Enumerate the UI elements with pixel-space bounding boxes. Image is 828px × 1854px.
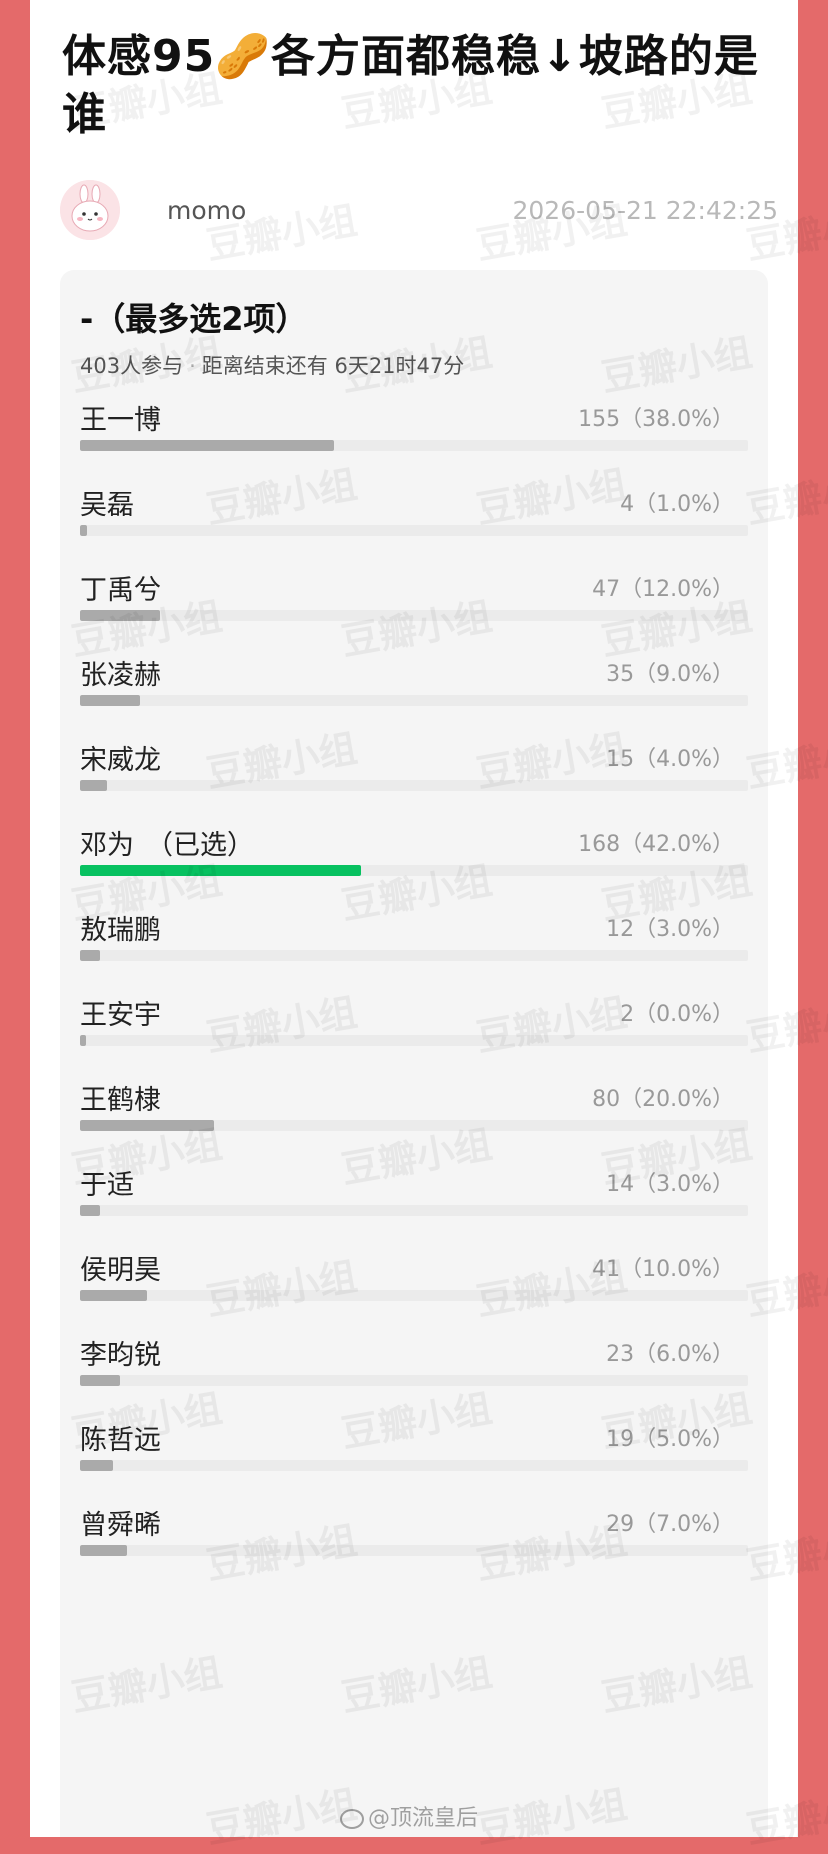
poll-option-votes: 29（7.0%） — [606, 1512, 734, 1537]
post-card: 体感95🥜各方面都稳稳↓坡路的是谁 momo 2026-05-21 22:42:… — [30, 0, 798, 1837]
poll-option-bar-fill — [80, 780, 107, 791]
poll-option-bar-track — [80, 610, 748, 621]
poll-option-name: 吴磊 — [80, 483, 134, 522]
poll-option-name: 于适 — [80, 1163, 134, 1202]
author-name[interactable]: momo — [167, 196, 246, 225]
poll-option-name: 邓为 （已选） — [80, 823, 254, 862]
bunny-avatar-icon — [60, 180, 120, 240]
poll-option-votes: 41（10.0%） — [592, 1257, 734, 1282]
poll-option-bar-track — [80, 950, 748, 961]
poll-option-name: 王安宇 — [80, 993, 161, 1032]
poll-option-votes: 4（1.0%） — [620, 492, 734, 517]
avatar[interactable] — [60, 180, 120, 240]
poll-option-bar-fill — [80, 1375, 121, 1386]
poll-option-label: 丁禹兮 — [80, 575, 161, 606]
selected-tag: （已选） — [146, 830, 254, 861]
poll-option-name: 王一博 — [80, 398, 161, 437]
poll-option-label: 张凌赫 — [80, 660, 161, 691]
poll-option-bar-fill — [80, 440, 334, 451]
poll-option-votes: 23（6.0%） — [606, 1342, 734, 1367]
poll-option-name: 丁禹兮 — [80, 568, 161, 607]
poll-option-label: 王一博 — [80, 405, 161, 436]
poll-option-votes: 2（0.0%） — [620, 1002, 734, 1027]
weibo-credit: @顶流皇后 — [340, 1800, 478, 1832]
poll-option-votes: 12（3.0%） — [606, 917, 734, 942]
poll-option-bar-track — [80, 1205, 748, 1216]
poll-option-name: 张凌赫 — [80, 653, 161, 692]
poll-option-label: 王安宇 — [80, 1000, 161, 1031]
poll-option-bar-fill — [80, 865, 361, 876]
poll-option-votes: 155（38.0%） — [578, 407, 734, 432]
poll-option-bar-track — [80, 440, 748, 451]
poll-option-name: 侯明昊 — [80, 1248, 161, 1287]
poll-option-bar-fill — [80, 1545, 127, 1556]
poll-option-label: 侯明昊 — [80, 1255, 161, 1286]
poll-option-label: 曾舜晞 — [80, 1510, 161, 1541]
poll-option[interactable]: 曾舜晞 29（7.0%） — [80, 1503, 748, 1603]
poll-option-name: 敖瑞鹏 — [80, 908, 161, 947]
poll-option-bar-fill — [80, 610, 161, 621]
poll-option-label: 于适 — [80, 1170, 134, 1201]
weibo-icon — [340, 1809, 364, 1829]
poll-option-bar-track — [80, 1035, 748, 1046]
poll-option-name: 宋威龙 — [80, 738, 161, 777]
post-timestamp: 2026-05-21 22:42:25 — [512, 196, 778, 225]
poll-option-bar-fill — [80, 1120, 214, 1131]
post-title: 体感95🥜各方面都稳稳↓坡路的是谁 — [62, 31, 759, 140]
poll-option-bar-track — [80, 695, 748, 706]
poll-option-bar-track — [80, 525, 748, 536]
poll-option-votes: 47（12.0%） — [592, 577, 734, 602]
poll-option-bar-fill — [80, 1205, 101, 1216]
poll-option-label: 邓为 — [80, 830, 134, 861]
poll-option-label: 陈哲远 — [80, 1425, 161, 1456]
poll-remaining-time: 距离结束还有 6天21时47分 — [201, 354, 465, 378]
poll-option-bar-fill — [80, 1460, 114, 1471]
poll-option-votes: 80（20.0%） — [592, 1087, 734, 1112]
poll-option-label: 王鹤棣 — [80, 1085, 161, 1116]
poll-option-bar-track — [80, 1545, 748, 1556]
poll-option-label: 李昀锐 — [80, 1340, 161, 1371]
poll-option-bar-track — [80, 1120, 748, 1131]
weibo-credit-text: @顶流皇后 — [368, 1806, 479, 1831]
poll-option-bar-track — [80, 1460, 748, 1471]
poll-option-name: 陈哲远 — [80, 1418, 161, 1457]
poll-option-name: 曾舜晞 — [80, 1503, 161, 1542]
poll-option-bar-track — [80, 1290, 748, 1301]
poll-option-bar-fill — [80, 1035, 86, 1046]
poll-option-votes: 35（9.0%） — [606, 662, 734, 687]
poll-option-name: 李昀锐 — [80, 1333, 161, 1372]
poll-option-votes: 15（4.0%） — [606, 747, 734, 772]
poll-meta: 403人参与 · 距离结束还有 6天21时47分 — [80, 350, 464, 380]
poll-option-label: 宋威龙 — [80, 745, 161, 776]
poll-option-label: 吴磊 — [80, 490, 134, 521]
poll-participants: 403人参与 — [80, 354, 184, 378]
poll-option-bar-fill — [80, 695, 141, 706]
poll-option-name: 王鹤棣 — [80, 1078, 161, 1117]
author-row: momo 2026-05-21 22:42:25 — [60, 180, 798, 240]
poll-option-bar-track — [80, 1375, 748, 1386]
separator-dot: · — [189, 354, 196, 378]
poll-option-votes: 168（42.0%） — [578, 832, 734, 857]
poll-option-label: 敖瑞鹏 — [80, 915, 161, 946]
poll-option-bar-fill — [80, 1290, 147, 1301]
poll-title: -（最多选2项） — [80, 300, 308, 338]
poll-option-bar-fill — [80, 950, 101, 961]
poll-option-votes: 14（3.0%） — [606, 1172, 734, 1197]
poll-card: -（最多选2项） 403人参与 · 距离结束还有 6天21时47分 王一博 155（3… — [60, 270, 768, 1837]
poll-option-bar-fill — [80, 525, 87, 536]
poll-option-bar-track — [80, 780, 748, 791]
poll-option-votes: 19（5.0%） — [606, 1427, 734, 1452]
poll-option-bar-track — [80, 865, 748, 876]
